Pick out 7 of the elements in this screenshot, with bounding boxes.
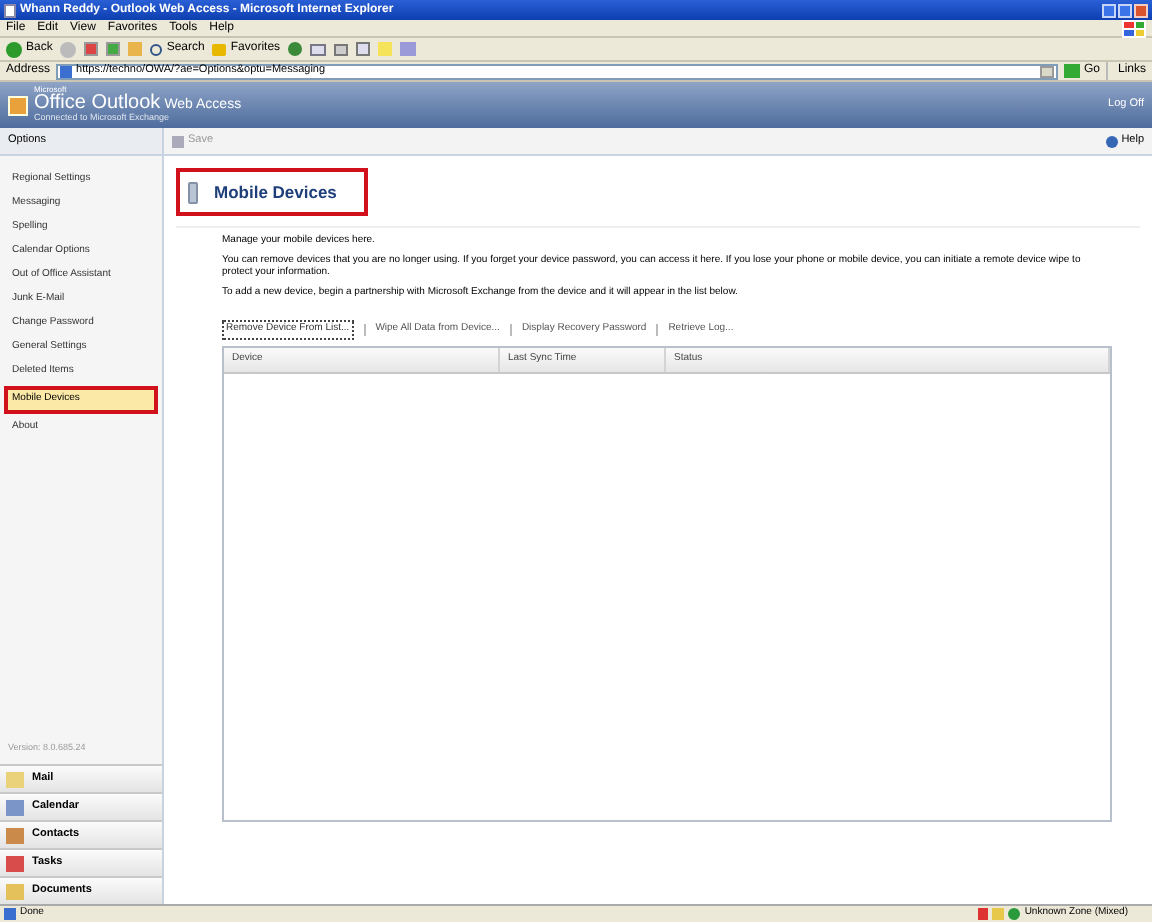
phone-icon (188, 181, 198, 203)
close-button[interactable] (1134, 3, 1148, 17)
maximize-button[interactable] (1118, 3, 1132, 17)
dropdown-button[interactable] (1039, 65, 1054, 77)
page-title: Mobile Devices (214, 179, 337, 205)
minimize-button[interactable] (1102, 3, 1116, 17)
product-name: Office Outlook (34, 94, 161, 115)
